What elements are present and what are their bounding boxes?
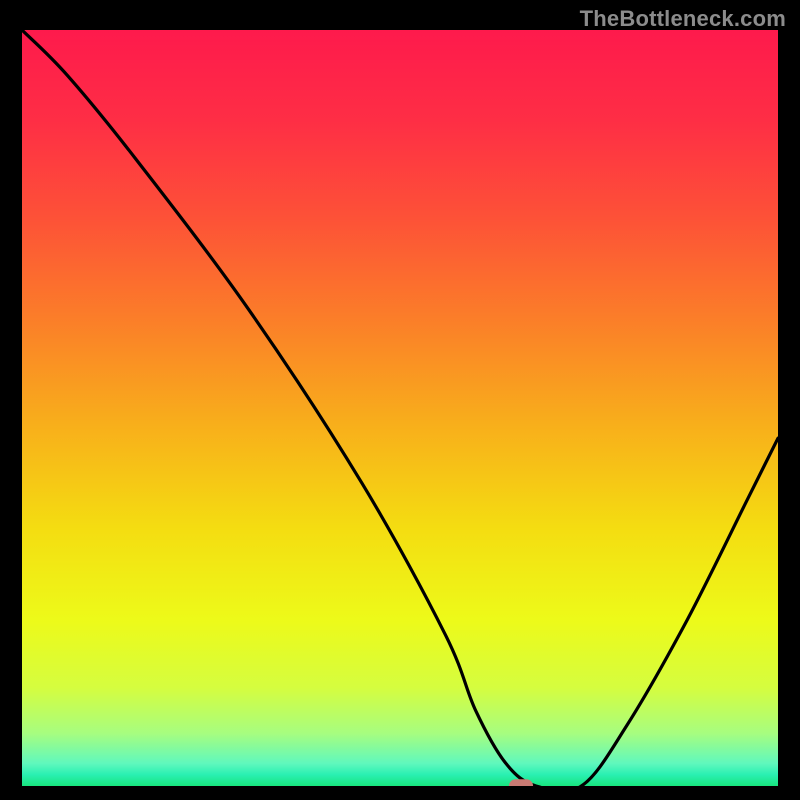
chart-background	[22, 30, 778, 786]
optimal-marker	[509, 779, 533, 786]
bottleneck-chart	[22, 30, 778, 786]
chart-frame: TheBottleneck.com	[0, 0, 800, 800]
watermark-text: TheBottleneck.com	[580, 6, 786, 32]
